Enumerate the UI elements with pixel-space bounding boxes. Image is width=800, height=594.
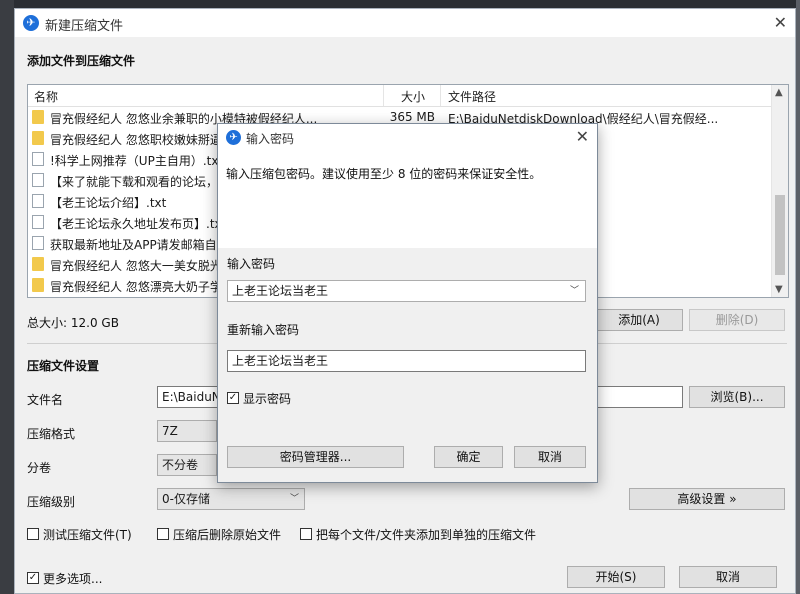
column-header-path[interactable]: 文件路径 xyxy=(448,88,496,105)
delete-button[interactable]: 删除(D) xyxy=(689,309,785,331)
filename-label: 文件名 xyxy=(27,393,64,407)
separate-archives-label[interactable]: 把每个文件/文件夹添加到单独的压缩文件 xyxy=(316,526,536,543)
file-name: 【来了就能下载和观看的论坛， xyxy=(50,175,219,189)
text-file-icon xyxy=(32,236,44,250)
app-logo-icon: ✈ xyxy=(226,130,241,145)
dialog-hint-area: 输入压缩包密码。建议使用至少 8 位的密码来保证安全性。 xyxy=(218,151,597,248)
file-name: !科学上网推荐（UP主自用）.txt xyxy=(50,154,224,168)
format-select[interactable]: 7Z xyxy=(157,420,217,442)
reenter-password-label: 重新输入密码 xyxy=(227,323,300,337)
ok-button[interactable]: 确定 xyxy=(434,446,503,468)
browse-button[interactable]: 浏览(B)... xyxy=(689,386,785,408)
total-size: 总大小: 12.0 GB xyxy=(27,316,119,330)
chevron-down-icon: ﹀ xyxy=(289,494,299,504)
dialog-title: 输入密码 xyxy=(246,132,295,146)
add-files-section-title: 添加文件到压缩文件 xyxy=(27,54,136,68)
window-title: 新建压缩文件 xyxy=(45,19,124,34)
add-button[interactable]: 添加(A) xyxy=(595,309,683,331)
folder-icon xyxy=(32,131,44,145)
password-hint: 输入压缩包密码。建议使用至少 8 位的密码来保证安全性。 xyxy=(226,167,542,181)
column-separator xyxy=(440,85,441,106)
column-header-size[interactable]: 大小 xyxy=(401,88,425,105)
file-name: 【老王论坛永久地址发布页】.txt xyxy=(50,217,227,231)
format-select-value: 7Z xyxy=(162,424,178,438)
dialog-cancel-button[interactable]: 取消 xyxy=(514,446,586,468)
background-left xyxy=(0,0,14,594)
more-options-checkbox[interactable]: ✓ xyxy=(27,572,39,584)
delete-after-checkbox[interactable] xyxy=(157,528,169,540)
password-dialog: ✈ 输入密码 ✕ 输入压缩包密码。建议使用至少 8 位的密码来保证安全性。 输入… xyxy=(217,123,598,483)
reenter-password-input[interactable]: 上老王论坛当老王 xyxy=(227,350,586,372)
text-file-icon xyxy=(32,194,44,208)
split-select[interactable]: 不分卷 xyxy=(157,454,217,476)
close-icon[interactable]: ✕ xyxy=(774,13,787,32)
test-archive-label[interactable]: 测试压缩文件(T) xyxy=(43,526,132,543)
test-archive-checkbox[interactable] xyxy=(27,528,39,540)
app-logo-icon: ✈ xyxy=(23,15,39,31)
folder-icon xyxy=(32,278,44,292)
delete-after-label[interactable]: 压缩后删除原始文件 xyxy=(173,526,281,543)
file-name: 冒充假经纪人 忽悠大一美女脱光 xyxy=(50,259,222,273)
file-name: 冒充假经纪人 忽悠职校嫩妹掰逼 xyxy=(50,133,222,147)
dialog-titlebar: ✈ 输入密码 ✕ xyxy=(218,124,597,151)
background-right xyxy=(796,0,800,594)
file-name: 冒充假经纪人 忽悠漂亮大奶子学 xyxy=(50,280,222,294)
window-titlebar: ✈ 新建压缩文件 ✕ xyxy=(15,9,795,37)
split-select-value: 不分卷 xyxy=(162,458,199,472)
level-select-value: 0-仅存储 xyxy=(162,492,210,506)
scrollbar-thumb[interactable] xyxy=(775,195,785,275)
scroll-up-icon[interactable]: ▲ xyxy=(775,87,783,98)
archive-settings-section-title: 压缩文件设置 xyxy=(27,359,100,373)
password-input[interactable]: 上老王论坛当老王 ﹀ xyxy=(227,280,586,302)
password-input-value: 上老王论坛当老王 xyxy=(232,284,329,298)
file-list-scrollbar[interactable]: ▲ ▼ xyxy=(771,85,788,297)
advanced-settings-button[interactable]: 高级设置 » xyxy=(629,488,785,510)
show-password-checkbox[interactable]: ✓ xyxy=(227,392,239,404)
column-header-name[interactable]: 名称 xyxy=(34,88,58,105)
show-password-label[interactable]: 显示密码 xyxy=(243,390,291,407)
password-manager-button[interactable]: 密码管理器... xyxy=(227,446,404,468)
column-separator xyxy=(383,85,384,106)
text-file-icon xyxy=(32,152,44,166)
split-label: 分卷 xyxy=(27,461,52,475)
text-file-icon xyxy=(32,215,44,229)
separate-archives-checkbox[interactable] xyxy=(300,528,312,540)
folder-icon xyxy=(32,257,44,271)
password-label: 输入密码 xyxy=(227,257,276,271)
folder-icon xyxy=(32,110,44,124)
scroll-down-icon[interactable]: ▼ xyxy=(775,284,783,295)
file-name: 获取最新地址及APP请发邮箱自 xyxy=(50,238,217,252)
start-button[interactable]: 开始(S) xyxy=(567,566,665,588)
dialog-close-icon[interactable]: ✕ xyxy=(576,127,589,146)
format-label: 压缩格式 xyxy=(27,427,76,441)
file-name: 【老王论坛介绍】.txt xyxy=(50,196,167,210)
level-label: 压缩级别 xyxy=(27,495,76,509)
file-list-header: 名称 大小 文件路径 xyxy=(28,85,773,107)
chevron-down-icon[interactable]: ﹀ xyxy=(570,281,579,301)
level-select[interactable]: 0-仅存储 ﹀ xyxy=(157,488,305,510)
file-size: 365 MB xyxy=(389,110,435,124)
more-options-label[interactable]: 更多选项... xyxy=(43,570,102,587)
cancel-button[interactable]: 取消 xyxy=(679,566,777,588)
text-file-icon xyxy=(32,173,44,187)
